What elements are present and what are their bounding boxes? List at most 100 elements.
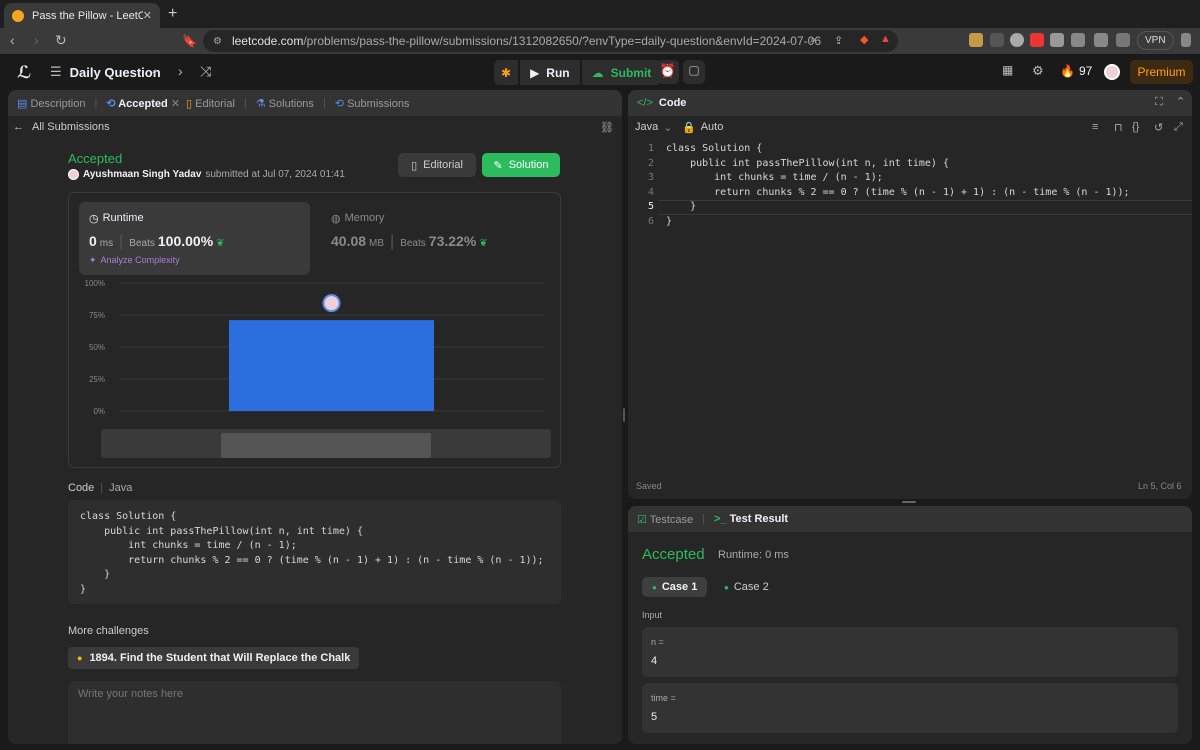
code-editor-panel: </> Code ⛶ ⌃ Java ⌄ 🔒 Auto ≡ ⊓ {} ↺ ⤢ 1 … — [628, 90, 1192, 499]
extension-icon[interactable] — [1030, 33, 1044, 47]
brave-rewards-icon[interactable]: ▲ — [880, 33, 891, 45]
collapse-icon[interactable]: ⌃ — [1176, 95, 1185, 108]
notes-textarea[interactable]: Write your notes here — [68, 681, 561, 744]
tab-title: Pass the Pillow - LeetCode — [32, 9, 143, 22]
zoom-icon[interactable]: ⌕ — [810, 34, 816, 47]
vpn-button[interactable]: VPN — [1137, 31, 1174, 50]
brave-shield-icon[interactable]: ◆ — [860, 33, 868, 46]
fullscreen-icon[interactable]: ⤢ — [1174, 121, 1183, 134]
close-tab-icon[interactable]: ✕ — [171, 98, 180, 110]
case-1-tab[interactable]: ● Case 1 — [642, 577, 708, 597]
clock-icon: ◷ — [89, 213, 99, 225]
leetcode-favicon-icon — [12, 9, 24, 22]
tab-test-result[interactable]: >_ Test Result — [714, 513, 788, 525]
pass-dot-icon: ● — [652, 582, 657, 592]
next-problem-icon[interactable]: › — [178, 63, 183, 79]
puzzle-icon[interactable] — [1050, 33, 1064, 47]
forward-icon[interactable]: › — [34, 32, 39, 48]
layout-icon[interactable]: ▦ — [1002, 63, 1013, 77]
more-challenge-item[interactable]: ● 1894. Find the Student that Will Repla… — [68, 647, 360, 669]
extension-icon[interactable] — [1010, 33, 1024, 47]
extension-icon[interactable] — [990, 33, 1004, 47]
input-time-field[interactable]: time = 5 — [642, 683, 1178, 733]
n-value: 4 — [651, 655, 658, 667]
tab-editorial[interactable]: ▯ Editorial — [186, 97, 235, 110]
editorial-button[interactable]: ▯ Editorial — [398, 153, 476, 177]
editor-code-line: int chunks = time / (n - 1); — [666, 172, 883, 184]
time-label: time = — [651, 693, 676, 703]
sparkle-icon: ✦ — [89, 255, 97, 265]
chart-scroll-thumb[interactable] — [221, 433, 431, 458]
reload-icon[interactable]: ↻ — [55, 32, 67, 49]
format-icon[interactable]: ≡ — [1092, 121, 1098, 133]
close-tab-icon[interactable]: ✕ — [143, 9, 152, 22]
edit-icon: ✎ — [493, 159, 503, 172]
bookmark-icon[interactable]: 🔖 — [182, 34, 197, 48]
solution-button[interactable]: ✎ Solution — [482, 153, 560, 177]
chart-bar[interactable] — [229, 320, 434, 411]
user-avatar[interactable] — [1104, 64, 1120, 80]
language-select[interactable]: Java ⌄ — [635, 121, 672, 134]
daily-question-link[interactable]: ☰ Daily Question — [50, 64, 161, 80]
settings-gear-icon[interactable]: ⚙ — [1032, 63, 1044, 79]
streak-count: 97 — [1078, 64, 1093, 78]
url-field[interactable]: ⚙ leetcode.com/problems/pass-the-pillow/… — [203, 30, 898, 52]
auto-mode-toggle[interactable]: 🔒 Auto — [682, 121, 723, 134]
streak-counter[interactable]: 🔥 97 — [1060, 64, 1092, 78]
tab-testcase[interactable]: ☑ Testcase — [637, 513, 693, 526]
tab-solutions[interactable]: ⚗ Solutions — [256, 97, 314, 110]
playlist-icon[interactable] — [1071, 33, 1085, 47]
left-panel: ▤ Description | ⟲ Accepted ✕ ▯ Editorial… — [8, 90, 622, 744]
site-info-icon[interactable]: ⚙ — [213, 36, 222, 47]
line-number: 2 — [647, 157, 654, 169]
menu-icon[interactable] — [1181, 33, 1191, 47]
more-challenges-label: More challenges — [68, 625, 149, 637]
new-tab-icon[interactable]: + — [168, 5, 177, 23]
shuffle-icon[interactable]: ⤨ — [200, 63, 211, 80]
run-label: Run — [546, 65, 570, 80]
memory-values: 40.08 MB | Beats 73.22% ❦ — [331, 233, 488, 250]
prev-problem-icon[interactable]: ‹ — [152, 63, 157, 79]
sidebar-icon[interactable] — [1094, 33, 1108, 47]
wallet-icon[interactable] — [1116, 33, 1130, 47]
author-name[interactable]: Ayushmaan Singh Yadav — [83, 169, 201, 180]
tab-submissions[interactable]: ⟲ Submissions — [335, 97, 410, 110]
language-value: Java — [635, 121, 659, 133]
code-editor[interactable]: 1 2 3 4 5 6 class Solution { public int … — [628, 142, 1192, 361]
browser-tab[interactable]: Pass the Pillow - LeetCode ✕ — [4, 3, 160, 28]
note-icon[interactable]: ▢ — [683, 60, 705, 84]
fire-icon: 🔥 — [1060, 64, 1075, 78]
tab-test-result-label: Test Result — [729, 513, 789, 525]
analyze-complexity-link[interactable]: ✦ Analyze Complexity — [89, 255, 180, 266]
analyze-label: Analyze Complexity — [100, 255, 180, 265]
extension-icon[interactable] — [969, 33, 983, 47]
tab-description[interactable]: ▤ Description — [17, 97, 85, 110]
url-path: /problems/pass-the-pillow/submissions/13… — [303, 34, 822, 48]
chart-y-tick-label: 25% — [89, 375, 105, 384]
timer-icon[interactable]: ⏰ — [657, 60, 679, 84]
case-2-tab[interactable]: ● Case 2 — [714, 577, 779, 597]
memory-header[interactable]: ◍ Memory — [331, 212, 384, 225]
bookmark-icon[interactable]: ⊓ — [1114, 121, 1123, 134]
runtime-card[interactable]: ◷ Runtime 0 ms | Beats 100.00% ❦ ✦ Analyze… — [79, 202, 310, 275]
maximize-icon[interactable]: ⛶ — [1155, 96, 1163, 109]
all-submissions-link[interactable]: ← All Submissions — [13, 121, 110, 133]
premium-button[interactable]: Premium — [1130, 60, 1193, 84]
link-icon[interactable]: ⛓ — [600, 121, 614, 134]
run-button[interactable]: ▶ Run — [520, 60, 580, 85]
braces-icon[interactable]: {} — [1132, 121, 1139, 133]
submit-button[interactable]: ☁ Submit — [581, 60, 662, 85]
flask-icon: ⚗ — [255, 97, 269, 110]
leetcode-logo-icon[interactable]: ℒ — [17, 63, 33, 82]
reset-icon[interactable]: ↺ — [1154, 121, 1163, 134]
tab-accepted[interactable]: ⟲ Accepted ✕ — [106, 97, 180, 110]
input-n-field[interactable]: n = 4 — [642, 627, 1178, 677]
horizontal-splitter-handle[interactable] — [902, 501, 916, 503]
editor-code-line: return chunks % 2 == 0 ? (time % (n - 1)… — [666, 186, 1130, 198]
debug-button[interactable]: ✱ — [494, 60, 519, 85]
author-avatar[interactable] — [68, 169, 79, 180]
vertical-splitter-handle[interactable] — [623, 408, 625, 422]
time-value: 5 — [651, 711, 658, 723]
share-icon[interactable]: ⇪ — [834, 34, 843, 47]
back-icon[interactable]: ‹ — [10, 32, 15, 48]
